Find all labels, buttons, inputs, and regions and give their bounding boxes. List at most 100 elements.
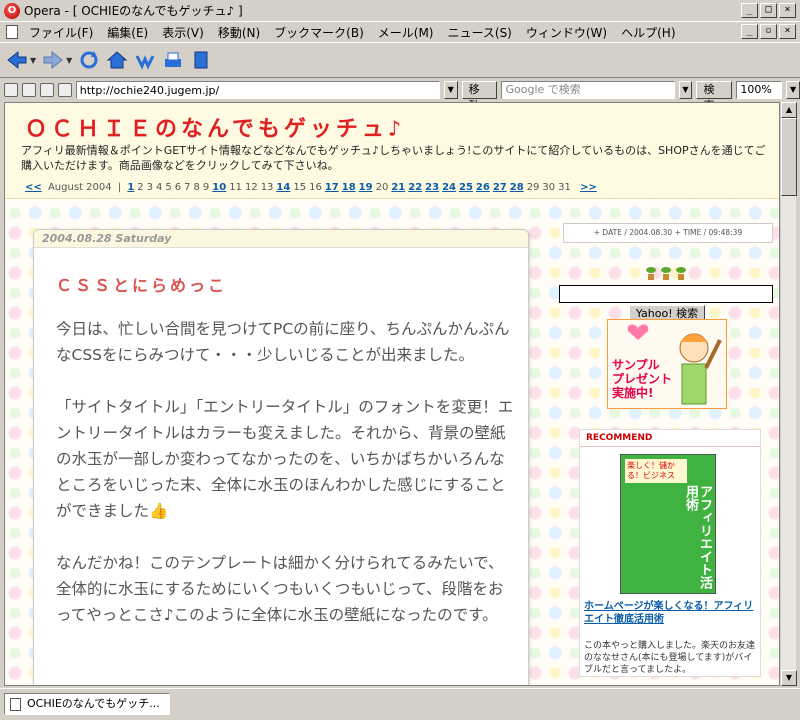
home-icon[interactable]	[106, 49, 128, 71]
calendar-day: 2	[137, 182, 144, 193]
entry-paragraph: 今日は、忙しい合間を見つけてPCの前に座り、ちんぷんかんぷんなCSSをにらみつけ…	[56, 320, 510, 364]
mdi-close-button[interactable]: ×	[779, 24, 796, 39]
cookie-icon[interactable]	[21, 83, 36, 97]
scroll-thumb[interactable]	[781, 118, 797, 196]
mdi-controls: _ ▫ ×	[741, 24, 796, 39]
calendar-day: 16	[309, 182, 322, 193]
calendar-day: 13	[260, 182, 274, 193]
zoom-input[interactable]: 100%	[736, 81, 783, 99]
site-title[interactable]: ＯＣＨＩＥのなんでもゲッチュ♪	[25, 111, 405, 143]
calendar-day: 5	[165, 182, 172, 193]
calendar-prev-link[interactable]: <<	[25, 182, 42, 193]
reload-icon[interactable]	[78, 49, 100, 71]
recommend-link[interactable]: ホームページが楽しくなる！アフィリエイト徹底活用術	[584, 600, 758, 626]
copy-icon[interactable]	[57, 83, 72, 97]
mdi-restore-button[interactable]: ▫	[760, 24, 777, 39]
calendar-day-link[interactable]: 27	[493, 182, 507, 193]
site-description: アフィリ最新情報＆ポイントGETサイト情報などなどなんでもゲッチュ♪しちゃいまし…	[21, 144, 766, 172]
menu-view[interactable]: 表示(V)	[155, 24, 211, 41]
recommend-heading: RECOMMEND	[580, 430, 760, 447]
recommend-box: RECOMMEND 楽しく！儲かる！ビジネス アフィリエイト活用術 ホームページ…	[579, 429, 761, 677]
search-button[interactable]: 検索	[696, 81, 733, 112]
entry-paragraph: 「サイトタイトル」「エントリータイトル」のフォントを変更！エントリータイトルはカ…	[56, 398, 514, 520]
tab-document-icon	[10, 698, 21, 711]
print-icon[interactable]	[162, 49, 184, 71]
back-icon[interactable]	[6, 49, 28, 71]
page-content: ＯＣＨＩＥのなんでもゲッチュ♪ アフィリ最新情報＆ポイントGETサイト情報などな…	[4, 102, 780, 686]
forward-icon[interactable]	[42, 49, 64, 71]
calendar-nav: << August 2004 | 1 2 3 4 5 6 7 8 9 10 11 12 13 14 15 16…	[25, 182, 600, 193]
menu-news[interactable]: ニュース(S)	[440, 24, 518, 41]
menu-window[interactable]: ウィンドウ(W)	[519, 24, 614, 41]
calendar-day-link[interactable]: 26	[476, 182, 490, 193]
calendar-month: August 2004	[47, 182, 112, 193]
scroll-up-arrow-icon[interactable]: ▲	[781, 102, 797, 118]
book-title: アフィリエイト活用術	[683, 485, 712, 589]
calendar-day-link[interactable]: 19	[359, 182, 373, 193]
sample-present-banner[interactable]: サンプル プレゼント 実施中!	[607, 319, 727, 409]
page-tab-label: OCHIEのなんでもゲッチ...	[27, 697, 160, 710]
calendar-day-link[interactable]: 1	[127, 182, 134, 193]
calendar-day-link[interactable]: 18	[342, 182, 356, 193]
calendar-day-link[interactable]: 14	[276, 182, 290, 193]
calendar-day: 29	[526, 182, 540, 193]
recommend-text: この本やっと購入しました。楽天のお友達のななせさん(本にも登場してます)がバイブ…	[584, 641, 756, 675]
menu-edit[interactable]: 編集(E)	[100, 24, 155, 41]
forward-dropdown-icon[interactable]: ▼	[66, 56, 72, 65]
calendar-day-link[interactable]: 22	[408, 182, 422, 193]
back-dropdown-icon[interactable]: ▼	[30, 56, 36, 65]
vertical-scrollbar[interactable]: ▲ ▼	[780, 102, 797, 686]
yahoo-search-input[interactable]	[559, 285, 773, 303]
opera-logo-icon: O	[4, 2, 20, 19]
menu-help[interactable]: ヘルプ(H)	[614, 24, 682, 41]
sprout-decoration-icon	[646, 267, 686, 280]
calendar-day: 9	[202, 182, 210, 193]
address-bar: http://ochie240.jugem.jp/ ▼ 移動 Google で検…	[0, 79, 800, 112]
document-icon	[6, 25, 18, 39]
mdi-minimize-button[interactable]: _	[741, 24, 758, 39]
calendar-day-link[interactable]: 23	[425, 182, 439, 193]
calendar-day-link[interactable]: 17	[325, 182, 339, 193]
calendar-day-link[interactable]: 28	[510, 182, 524, 193]
menu-bookmarks[interactable]: ブックマーク(B)	[267, 24, 371, 41]
url-history-dropdown[interactable]: ▼	[443, 81, 458, 99]
datetime-display: + DATE / 2004.08.30 + TIME / 09:48:39	[563, 223, 773, 243]
lock-icon[interactable]	[4, 83, 18, 97]
go-button[interactable]: 移動	[461, 81, 498, 112]
search-engine-dropdown[interactable]: ▼	[678, 81, 693, 99]
calendar-day: 3	[146, 182, 154, 193]
navigation-toolbar: ▼ ▼	[0, 42, 800, 78]
window-taskbar: OCHIEのなんでもゲッチ...	[0, 688, 800, 720]
calendar-day: 11	[229, 182, 242, 193]
entry-title[interactable]: ＣＳＳとにらめっこ	[56, 272, 227, 296]
close-button[interactable]: ×	[779, 3, 796, 18]
menu-file[interactable]: ファイル(F)	[22, 24, 100, 41]
page-info-icon[interactable]	[39, 83, 54, 97]
calendar-day: 6	[174, 182, 182, 193]
calendar-day: 12	[244, 182, 258, 193]
scroll-down-arrow-icon[interactable]: ▼	[781, 670, 797, 686]
zoom-dropdown[interactable]: ▼	[786, 81, 800, 99]
calendar-day: 20	[375, 182, 389, 193]
search-input[interactable]: Google で検索	[501, 81, 675, 99]
menu-navigate[interactable]: 移動(N)	[211, 24, 267, 41]
calendar-next-link[interactable]: >>	[580, 182, 597, 193]
menu-mail[interactable]: メール(M)	[371, 24, 441, 41]
calendar-day: 7	[184, 182, 191, 193]
page-icon[interactable]	[190, 49, 212, 71]
maximize-button[interactable]: □	[760, 3, 777, 18]
menu-bar: ファイル(F) 編集(E) 表示(V) 移動(N) ブックマーク(B) メール(…	[0, 22, 800, 42]
calendar-day-link[interactable]: 25	[459, 182, 473, 193]
window-title: Opera - [ OCHIEのなんでもゲッチュ♪ ]	[24, 4, 243, 18]
minimize-button[interactable]: _	[741, 3, 758, 18]
calendar-day: 31	[558, 182, 571, 193]
calendar-day-link[interactable]: 10	[212, 182, 226, 193]
url-input[interactable]: http://ochie240.jugem.jp/	[75, 81, 440, 99]
calendar-day-link[interactable]: 21	[391, 182, 405, 193]
entry-body: 今日は、忙しい合間を見つけてPCの前に座り、ちんぷんかんぷんなCSSをにらみつけ…	[56, 316, 516, 654]
calendar-day-link[interactable]: 24	[442, 182, 456, 193]
wand-icon[interactable]	[134, 49, 156, 71]
book-cover-image[interactable]: 楽しく！儲かる！ビジネス アフィリエイト活用術	[620, 454, 716, 594]
page-tab[interactable]: OCHIEのなんでもゲッチ...	[4, 693, 170, 715]
window-titlebar[interactable]: O Opera - [ OCHIEのなんでもゲッチュ♪ ] _ □ ×	[0, 0, 800, 22]
